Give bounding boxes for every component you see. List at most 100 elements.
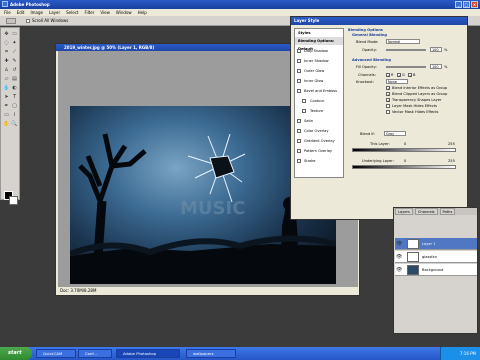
taskbar-photoshop[interactable]: Adobe Photoshop [116,349,180,358]
pen-tool-icon[interactable]: ✒ [3,103,10,110]
blending-options-title: Blending Options [348,28,383,32]
style-bevel-emboss[interactable]: Bevel and Emboss [295,87,343,95]
style-satin[interactable]: Satin [295,117,343,125]
lasso-tool-icon[interactable]: ◌ [3,40,10,47]
marquee-tool-icon[interactable]: ▭ [11,31,18,38]
texture-checkbox[interactable] [302,109,306,113]
style-inner-glow[interactable]: Inner Glow [295,77,343,85]
history-brush-tool-icon[interactable]: ↺ [11,67,18,74]
scroll-all-windows-checkbox[interactable] [26,19,30,23]
tab-paths[interactable]: Paths [439,208,456,215]
fill-opacity-percent: % [444,65,448,69]
app-titlebar[interactable]: Adobe Photoshop _ □ × [0,0,480,9]
menu-file[interactable]: File [4,9,11,16]
taskbar-conf[interactable]: Conf... [78,349,112,358]
menu-view[interactable]: View [100,9,110,16]
clone-stamp-tool-icon[interactable]: ♙ [3,67,10,74]
taskbar-quickcam[interactable]: QuickCAM [36,349,76,358]
magic-wand-tool-icon[interactable]: ✦ [11,40,18,47]
background-color-swatch[interactable] [9,196,18,205]
fill-opacity-field[interactable]: 100 [430,64,442,69]
knockout-select[interactable]: None [386,79,408,84]
shape-tool-icon[interactable]: ▢ [11,103,18,110]
channel-g-checkbox[interactable]: ✓ [397,73,401,78]
hand-tool-preset-icon[interactable] [6,18,16,24]
blend-mode-select[interactable]: Normal [386,39,420,44]
fill-opacity-slider[interactable] [386,66,426,68]
transparency-shapes-checkbox[interactable]: ✓ [386,98,390,103]
style-blending-options[interactable]: Blending Options: Default [295,37,343,51]
layer-mask-hides-checkbox[interactable] [386,104,390,108]
blend-if-select[interactable]: Gray [384,131,406,136]
layer-row[interactable]: 👁 Layer 1 [395,238,477,250]
gradient-overlay-checkbox[interactable] [297,139,301,143]
eye-icon[interactable]: 👁 [396,267,402,273]
close-icon[interactable]: × [471,1,478,8]
underlying-layer-gradient-slider[interactable] [352,165,456,169]
maximize-icon[interactable]: □ [463,1,470,8]
menu-edit[interactable]: Edit [17,9,25,16]
style-contour[interactable]: Contour [295,97,343,105]
minimize-icon[interactable]: _ [455,1,462,8]
this-layer-gradient-slider[interactable] [352,148,456,152]
menu-help[interactable]: Help [138,9,147,16]
stroke-checkbox[interactable] [297,159,301,163]
inner-shadow-checkbox[interactable] [297,59,301,63]
channel-b-checkbox[interactable]: ✓ [408,73,412,78]
contour-checkbox[interactable] [302,99,306,103]
brush-tool-icon[interactable]: ✎ [11,58,18,65]
vector-mask-hides-checkbox[interactable] [386,110,390,114]
style-pattern-overlay[interactable]: Pattern Overlay [295,147,343,155]
crop-tool-icon[interactable]: ⌗ [3,49,10,56]
clock[interactable]: 7:16 PM [460,351,476,356]
zoom-tool-icon[interactable]: 🔍 [11,121,18,128]
pattern-overlay-checkbox[interactable] [297,149,301,153]
style-drop-shadow[interactable]: Drop Shadow [295,47,343,55]
drop-shadow-checkbox[interactable] [297,49,301,53]
layer-row[interactable]: 👁 glassfxn [395,251,477,263]
outer-glow-checkbox[interactable] [297,69,301,73]
path-selection-tool-icon[interactable]: ➤ [3,94,10,101]
notes-tool-icon[interactable]: ▭ [3,112,10,119]
style-gradient-overlay[interactable]: Gradient Overlay [295,137,343,145]
eyedropper-tool-icon[interactable]: ⌇ [11,112,18,119]
slice-tool-icon[interactable]: ⟋ [11,49,18,56]
inner-glow-checkbox[interactable] [297,79,301,83]
style-color-overlay[interactable]: Color Overlay [295,127,343,135]
vector-mask-hides-label: Vector Mask Hides Effects [392,110,439,114]
menu-layer[interactable]: Layer [49,9,60,16]
start-button[interactable]: start [0,347,32,360]
tab-channels[interactable]: Channels [414,208,438,215]
bevel-emboss-checkbox[interactable] [297,89,301,93]
move-tool-icon[interactable]: ✥ [3,31,10,38]
styles-header[interactable]: Styles [295,29,343,37]
taskbar-wallpapers[interactable]: wallpapers [186,349,236,358]
gradient-tool-icon[interactable]: ▤ [11,76,18,83]
channel-r-checkbox[interactable]: ✓ [386,73,390,78]
menu-window[interactable]: Window [116,9,132,16]
style-texture[interactable]: Texture [295,107,343,115]
opacity-slider[interactable] [386,49,426,51]
type-tool-icon[interactable]: T [11,94,18,101]
style-stroke[interactable]: Stroke [295,157,343,165]
style-inner-shadow[interactable]: Inner Shadow [295,57,343,65]
blur-tool-icon[interactable]: 💧 [3,85,10,92]
color-overlay-checkbox[interactable] [297,129,301,133]
menu-image[interactable]: Image [30,9,43,16]
dodge-tool-icon[interactable]: ◐ [11,85,18,92]
tab-layers[interactable]: Layers [395,208,413,215]
eraser-tool-icon[interactable]: ▱ [3,76,10,83]
blend-clipped-checkbox[interactable]: ✓ [386,92,390,97]
satin-checkbox[interactable] [297,119,301,123]
eye-icon[interactable]: 👁 [396,241,402,247]
hand-tool-icon[interactable]: ✋ [3,121,10,128]
layer-style-titlebar[interactable]: Layer Style [291,17,467,25]
layer-row[interactable]: 👁 Background [395,264,477,276]
menu-filter[interactable]: Filter [84,9,94,16]
menu-select[interactable]: Select [66,9,78,16]
blend-interior-checkbox[interactable]: ✓ [386,86,390,91]
style-outer-glow[interactable]: Outer Glow [295,67,343,75]
healing-brush-tool-icon[interactable]: ✚ [3,58,10,65]
eye-icon[interactable]: 👁 [396,254,402,260]
opacity-field[interactable]: 100 [430,47,442,52]
